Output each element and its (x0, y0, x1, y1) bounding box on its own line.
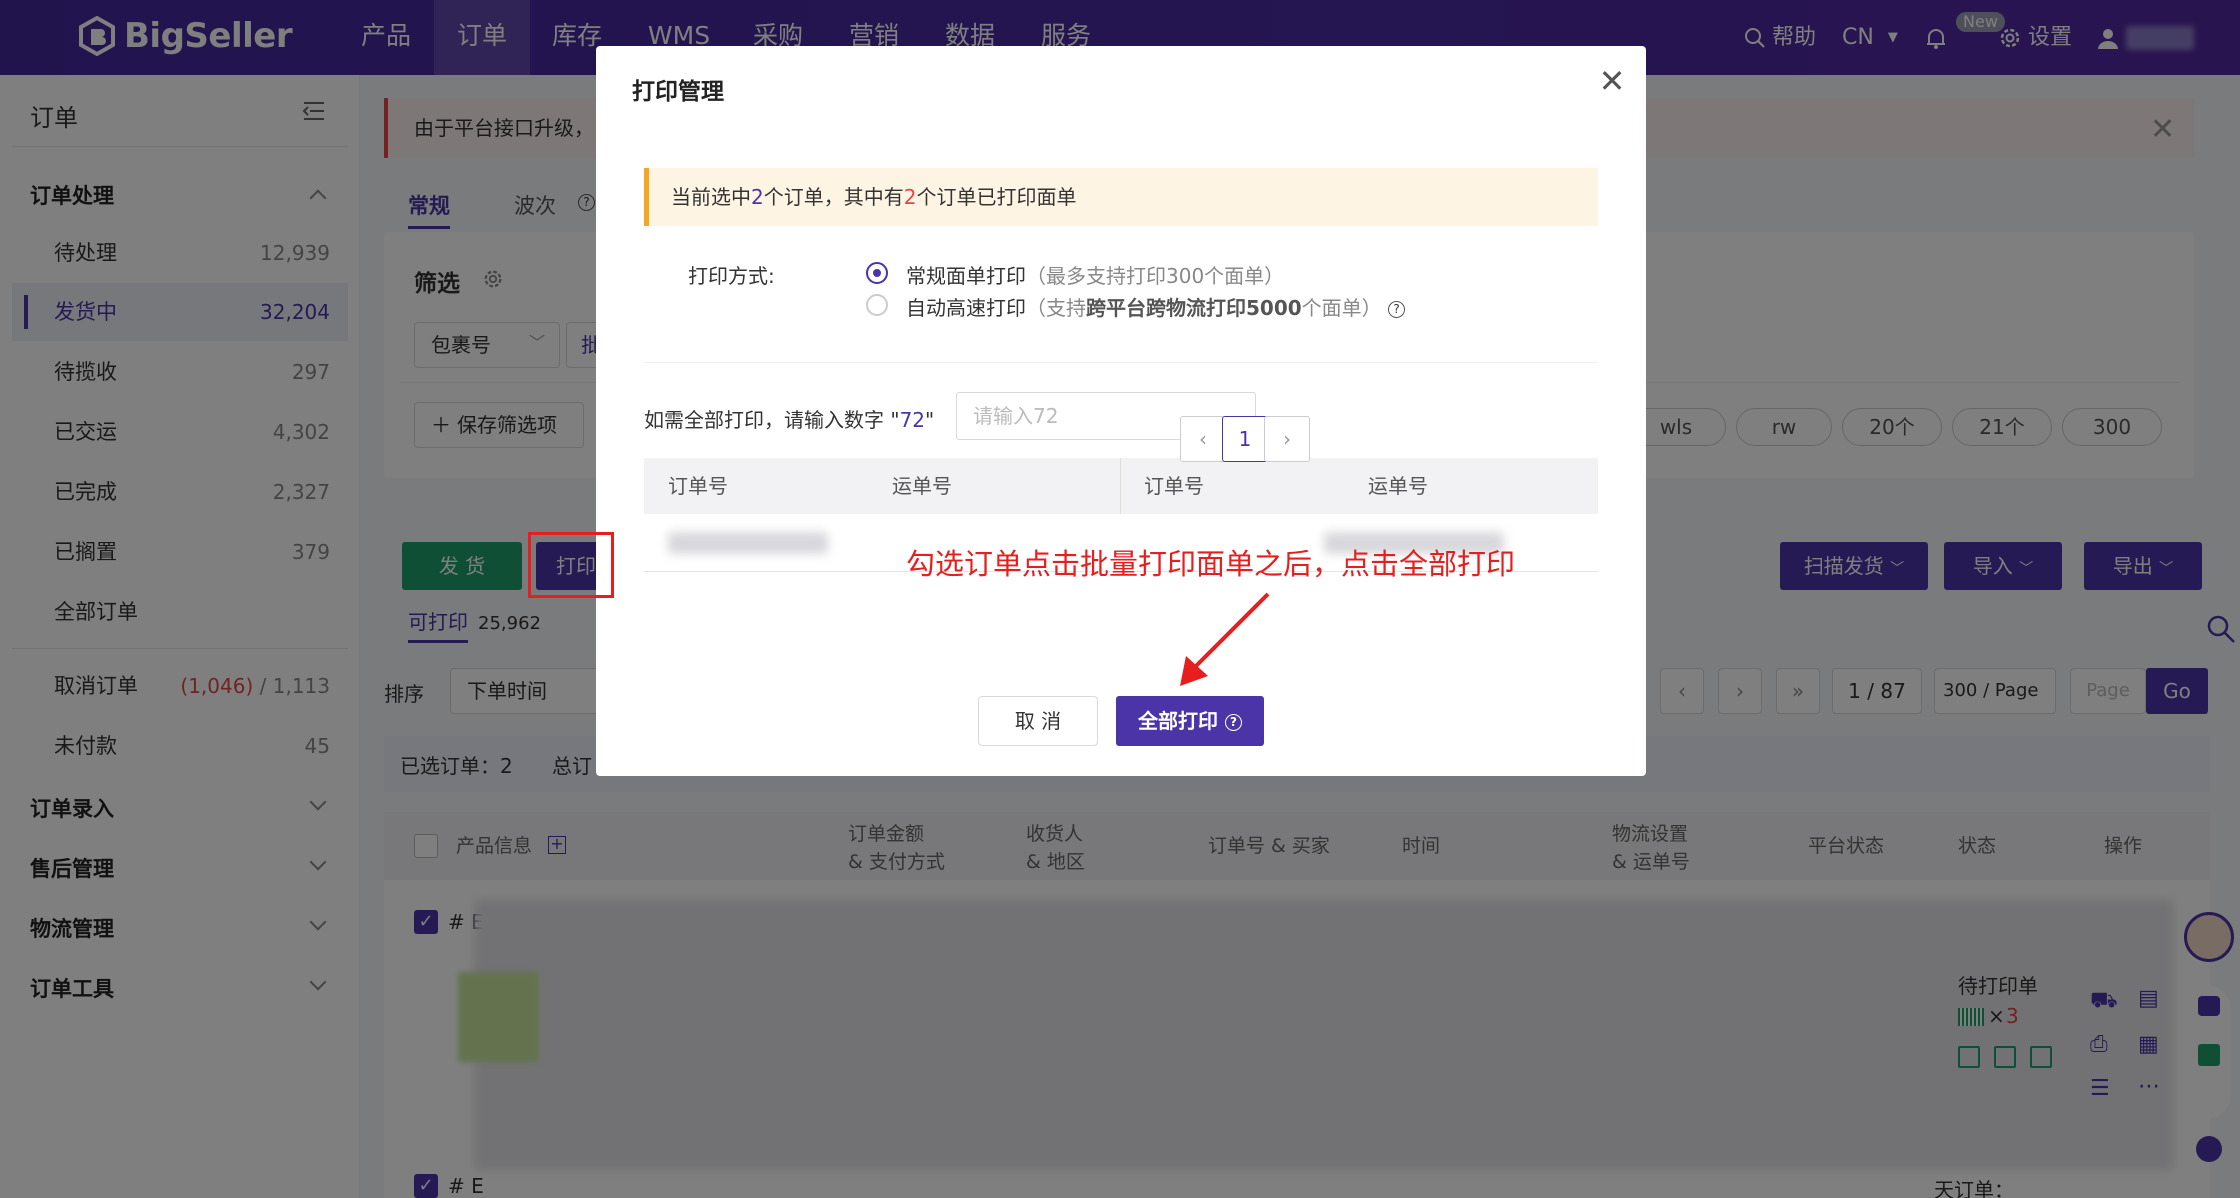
option-label: 常规面单打印 (906, 264, 1026, 288)
print-method-label: 打印方式: (688, 264, 775, 288)
table-header: 订单号 运单号 订单号 运单号 (644, 458, 1598, 514)
notice-printed-count: 2 (903, 185, 917, 209)
prev-page-button[interactable]: ‹ (1180, 416, 1226, 462)
dialog-title: 打印管理 (632, 79, 724, 105)
option-note-bold: 跨平台跨物流打印5000 (1086, 296, 1302, 320)
column-divider (1120, 458, 1121, 514)
option-note: 个面单） (1301, 296, 1382, 320)
selection-notice: 当前选中2个订单，其中有2个订单已打印面单 (644, 168, 1598, 226)
radio-auto-fast-print[interactable] (866, 294, 888, 316)
highlight-box (528, 532, 614, 598)
print-all-button[interactable]: 全部打印 ? (1116, 696, 1264, 746)
annotation-arrow-icon (1180, 592, 1270, 686)
notice-text: 个订单，其中有 (763, 185, 904, 209)
column-header: 运单号 (892, 474, 952, 498)
option-note: （支持 (1026, 296, 1086, 320)
option-standard-print[interactable]: 常规面单打印（最多支持打印300个面单） (906, 260, 1284, 289)
notice-selected-count: 2 (751, 185, 764, 209)
print-all-confirm-text: 如需全部打印，请输入数字 "72" (644, 404, 934, 433)
page-number-button[interactable]: 1 (1222, 416, 1268, 462)
print-management-dialog: 打印管理 ✕ 当前选中2个订单，其中有2个订单已打印面单 打印方式: 常规面单打… (596, 46, 1646, 776)
option-note: （最多支持打印300个面单） (1026, 264, 1285, 288)
option-auto-fast-print[interactable]: 自动高速打印（支持跨平台跨物流打印5000个面单） ? (906, 292, 1406, 321)
column-header: 订单号 (1144, 474, 1204, 498)
dialog-divider (644, 362, 1598, 363)
notice-text: 当前选中 (671, 185, 751, 209)
notice-text: 个订单已打印面单 (916, 185, 1077, 209)
help-icon: ? (1224, 714, 1242, 731)
close-icon[interactable]: ✕ (1592, 62, 1632, 100)
annotation-text: 勾选订单点击批量打印面单之后，点击全部打印 (906, 547, 1516, 581)
confirm-text: 如需全部打印，请输入数字 " (644, 408, 900, 432)
print-all-label: 全部打印 (1138, 709, 1219, 733)
option-label: 自动高速打印 (906, 296, 1026, 320)
next-page-button[interactable]: › (1264, 416, 1310, 462)
help-icon[interactable]: ? (1388, 301, 1406, 318)
confirm-text: " (925, 408, 935, 432)
confirm-number: 72 (899, 408, 926, 432)
radio-standard-print[interactable] (866, 262, 888, 284)
cancel-button[interactable]: 取 消 (978, 696, 1098, 746)
column-header: 运单号 (1368, 474, 1428, 498)
redacted-order-number (668, 532, 828, 554)
column-header: 订单号 (668, 474, 728, 498)
